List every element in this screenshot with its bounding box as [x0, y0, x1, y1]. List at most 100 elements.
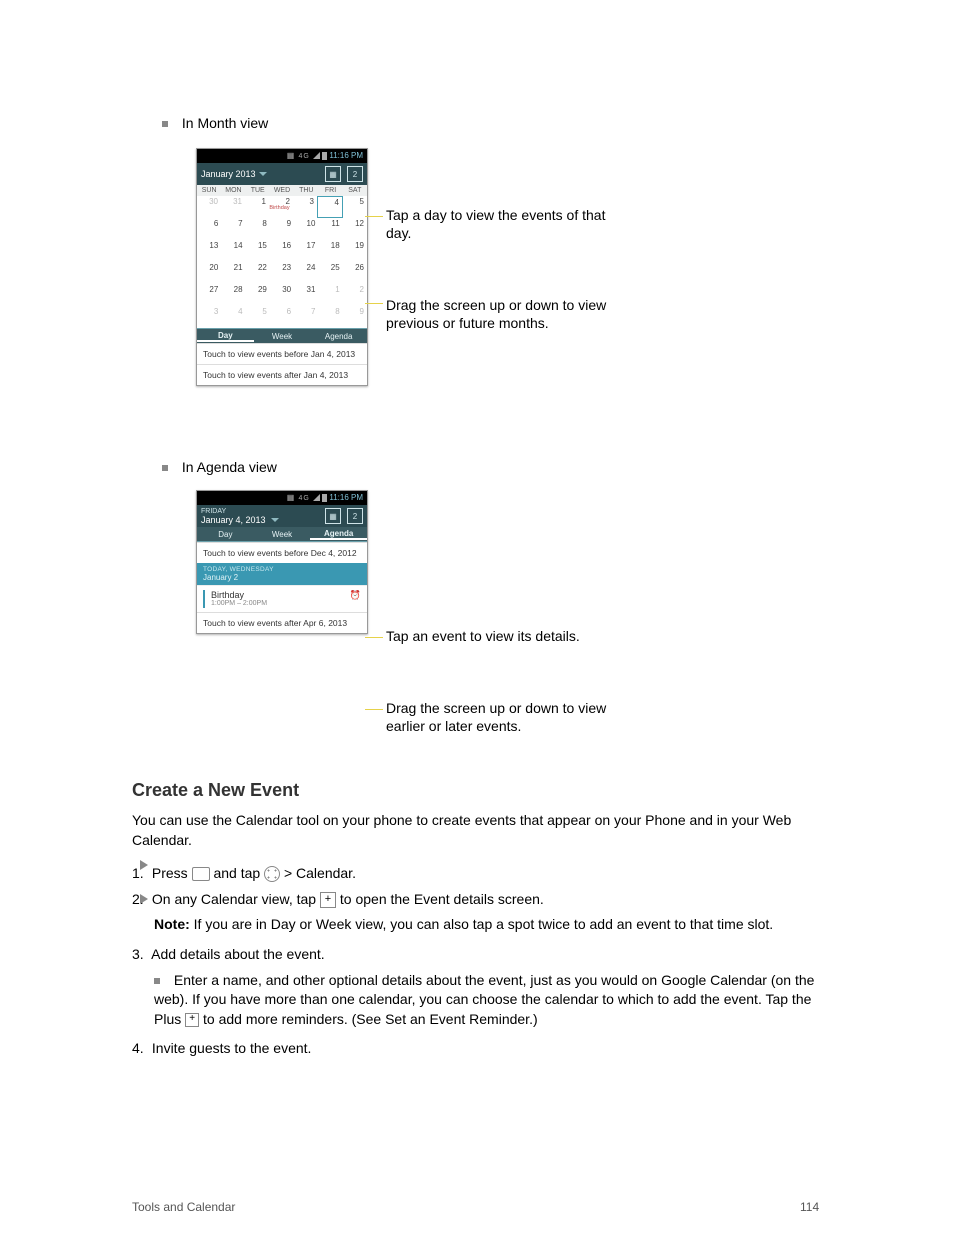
- weekday-header: SUN MON TUE WED THU FRI SAT: [197, 185, 367, 196]
- day-cell[interactable]: 3: [197, 306, 221, 328]
- status-icons: ▦ 4G: [287, 151, 327, 160]
- status-icons: ▦ 4G: [287, 493, 327, 502]
- day-cell[interactable]: 1: [318, 284, 342, 306]
- sub-bullet-1: Enter a name, and other optional details…: [154, 971, 822, 1030]
- title-bar: January 2013 ▦ 2: [197, 163, 367, 185]
- day-cell[interactable]: 29: [246, 284, 270, 306]
- day-cell[interactable]: 18: [318, 240, 342, 262]
- day-cell[interactable]: 17: [294, 240, 318, 262]
- today-icon[interactable]: 2: [347, 166, 363, 182]
- day-cell[interactable]: 6: [270, 306, 294, 328]
- screenshot-month-view: ▦ 4G 11:16 PM January 2013 ▦ 2 SUN MON T…: [196, 148, 368, 386]
- day-cell[interactable]: 3: [293, 196, 317, 218]
- event-title: Birthday: [211, 590, 267, 600]
- day-cell[interactable]: 12: [343, 218, 367, 240]
- screenshot-agenda-view: ▦ 4G 11:16 PM FRIDAY January 4, 2013 ▦ 2…: [196, 490, 368, 634]
- tab-day[interactable]: Day: [197, 530, 254, 539]
- tab-agenda[interactable]: Agenda: [310, 529, 367, 540]
- day-cell[interactable]: 6: [197, 218, 221, 240]
- month-grid[interactable]: 303112Birthday34567891011121314151617181…: [197, 196, 367, 328]
- tab-day[interactable]: Day: [197, 331, 254, 342]
- day-cell[interactable]: 7: [221, 218, 245, 240]
- touch-after[interactable]: Touch to view events after Apr 6, 2013: [197, 612, 367, 633]
- day-cell[interactable]: 11: [318, 218, 342, 240]
- day-cell[interactable]: 31: [294, 284, 318, 306]
- apps-icon: [264, 866, 280, 882]
- square-bullet-icon: [154, 978, 160, 984]
- agenda-event-item[interactable]: Birthday 1:00PM – 2:00PM ⏰: [197, 585, 367, 612]
- day-cell[interactable]: 8: [246, 218, 270, 240]
- day-cell[interactable]: 23: [270, 262, 294, 284]
- day-cell[interactable]: 10: [294, 218, 318, 240]
- bullet-label: In Month view: [182, 115, 268, 131]
- touch-before[interactable]: Touch to view events before Dec 4, 2012: [197, 542, 367, 563]
- day-cell[interactable]: 15: [246, 240, 270, 262]
- day-cell[interactable]: 5: [343, 196, 367, 218]
- title-bar: FRIDAY January 4, 2013 ▦ 2: [197, 505, 367, 527]
- agenda-date-header: TODAY, WEDNESDAY January 2: [197, 563, 367, 585]
- cal-title[interactable]: January 4, 2013: [201, 515, 266, 525]
- add-event-icon[interactable]: ▦: [325, 508, 341, 524]
- day-cell[interactable]: 30: [270, 284, 294, 306]
- bullet-month-view: In Month view: [162, 114, 268, 133]
- day-cell[interactable]: 14: [221, 240, 245, 262]
- tab-week[interactable]: Week: [254, 530, 311, 539]
- day-cell[interactable]: 2Birthday: [269, 196, 293, 218]
- step-1: 1. Press and tap > Calendar.: [132, 864, 822, 884]
- day-cell[interactable]: 21: [221, 262, 245, 284]
- battery-icon: [322, 152, 327, 160]
- status-bar: ▦ 4G 11:16 PM: [197, 491, 367, 505]
- day-cell[interactable]: 4: [221, 306, 245, 328]
- callout-line: [365, 637, 383, 638]
- day-cell[interactable]: 5: [246, 306, 270, 328]
- triangle-marker: [140, 856, 156, 874]
- day-cell[interactable]: 20: [197, 262, 221, 284]
- view-tabs: Day Week Agenda: [197, 527, 367, 542]
- day-cell[interactable]: 16: [270, 240, 294, 262]
- day-cell[interactable]: 22: [246, 262, 270, 284]
- page-number: 114: [800, 1200, 819, 1214]
- day-cell[interactable]: 2: [343, 284, 367, 306]
- day-cell[interactable]: 9: [270, 218, 294, 240]
- section-create-event: Create a New Event You can use the Calen…: [132, 780, 822, 1059]
- tab-week[interactable]: Week: [254, 332, 311, 341]
- step-2: 2. On any Calendar view, tap + to open t…: [132, 890, 822, 910]
- day-cell[interactable]: 4: [317, 196, 343, 218]
- day-cell[interactable]: 7: [294, 306, 318, 328]
- add-event-icon[interactable]: ▦: [325, 166, 341, 182]
- day-cell[interactable]: 1: [245, 196, 269, 218]
- touch-after[interactable]: Touch to view events after Jan 4, 2013: [197, 364, 367, 385]
- callout-line: [365, 709, 383, 710]
- add-icon: +: [320, 892, 336, 908]
- weekday-label: FRIDAY: [201, 508, 279, 515]
- status-bar: ▦ 4G 11:16 PM: [197, 149, 367, 163]
- bullet-label: In Agenda view: [182, 459, 277, 475]
- status-time: 11:16 PM: [329, 151, 363, 160]
- day-cell[interactable]: 19: [343, 240, 367, 262]
- bullet-agenda-view: In Agenda view: [162, 458, 277, 477]
- day-cell[interactable]: 27: [197, 284, 221, 306]
- day-cell[interactable]: 9: [343, 306, 367, 328]
- cal-title[interactable]: January 2013: [201, 169, 256, 179]
- callout-tap-day: Tap a day to view the events of that day…: [386, 207, 626, 242]
- today-icon[interactable]: 2: [347, 508, 363, 524]
- day-cell[interactable]: 28: [221, 284, 245, 306]
- day-cell[interactable]: 8: [318, 306, 342, 328]
- section-intro: You can use the Calendar tool on your ph…: [132, 811, 822, 850]
- dropdown-icon: [271, 518, 279, 522]
- day-cell[interactable]: 31: [221, 196, 245, 218]
- day-cell[interactable]: 13: [197, 240, 221, 262]
- callout-tap-event: Tap an event to view its details.: [386, 628, 646, 646]
- day-cell[interactable]: 25: [318, 262, 342, 284]
- callout-drag-agenda: Drag the screen up or down to view earli…: [386, 700, 646, 735]
- battery-icon: [322, 494, 327, 502]
- note-line: Note: If you are in Day or Week view, yo…: [154, 915, 822, 935]
- touch-before[interactable]: Touch to view events before Jan 4, 2013: [197, 343, 367, 364]
- day-cell[interactable]: 30: [197, 196, 221, 218]
- day-cell[interactable]: 26: [343, 262, 367, 284]
- day-cell[interactable]: 24: [294, 262, 318, 284]
- section-heading: Create a New Event: [132, 780, 822, 801]
- home-icon: [192, 867, 210, 881]
- triangle-marker: [140, 890, 156, 908]
- tab-agenda[interactable]: Agenda: [310, 332, 367, 341]
